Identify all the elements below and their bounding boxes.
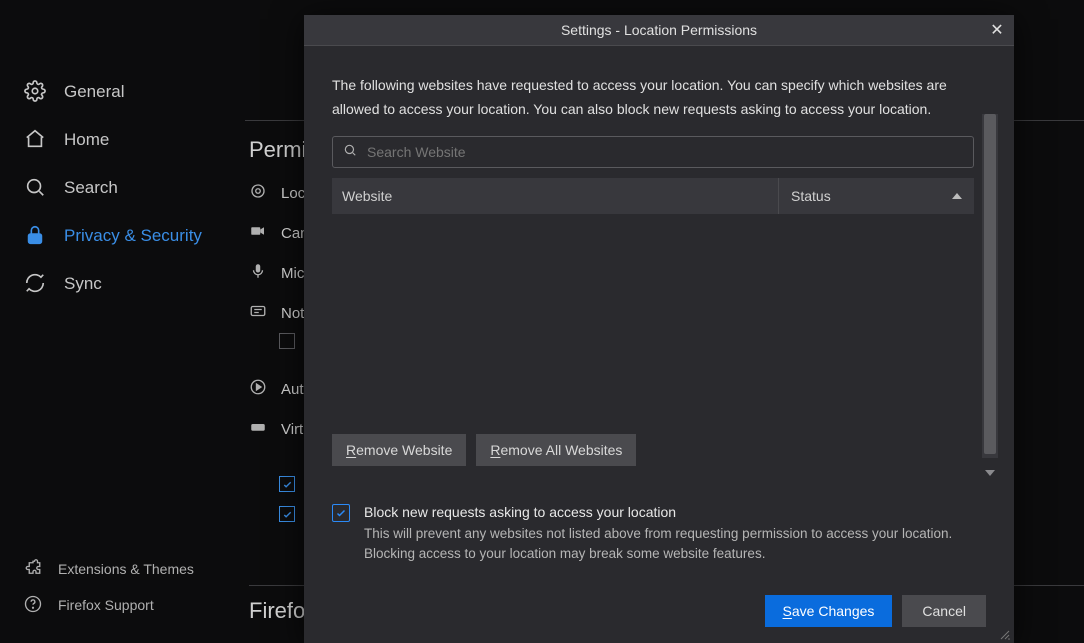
dialog-intro-text: The following websites have requested to… (332, 74, 974, 122)
sidebar-item-search[interactable]: Search (0, 164, 245, 212)
block-new-requests-checkbox[interactable] (332, 504, 350, 522)
block-checkbox-label: Block new requests asking to access your… (364, 504, 974, 520)
lock-icon (24, 224, 46, 249)
gear-icon (24, 80, 46, 105)
dialog-scrollbar[interactable] (982, 114, 998, 458)
remove-website-button[interactable]: Remove Website (332, 434, 466, 466)
checkbox-icon (279, 506, 295, 522)
dialog-titlebar: Settings - Location Permissions ✕ (304, 15, 1014, 45)
question-icon (24, 595, 42, 616)
sidebar-item-label: Sync (64, 274, 102, 294)
sidebar-item-general[interactable]: General (0, 68, 245, 116)
block-checkbox-description: This will prevent any websites not liste… (364, 524, 974, 565)
sort-ascending-icon (952, 193, 962, 199)
remove-all-websites-button[interactable]: Remove All Websites (476, 434, 636, 466)
autoplay-icon (249, 378, 267, 400)
sync-icon (24, 272, 46, 297)
location-icon (249, 182, 267, 204)
microphone-icon (249, 262, 267, 284)
sidebar-item-privacy-security[interactable]: Privacy & Security (0, 212, 245, 260)
sidebar-item-label: Privacy & Security (64, 226, 202, 246)
scrollbar-thumb[interactable] (984, 114, 996, 454)
dialog-title: Settings - Location Permissions (304, 22, 1014, 38)
chevron-down-icon (985, 470, 995, 476)
resize-handle[interactable] (998, 627, 1010, 639)
sidebar-item-home[interactable]: Home (0, 116, 245, 164)
save-changes-button[interactable]: Save Changes (765, 595, 893, 627)
sidebar-item-label: Home (64, 130, 109, 150)
close-icon: ✕ (990, 20, 1003, 40)
close-button[interactable]: ✕ (986, 19, 1008, 41)
vr-icon (249, 418, 267, 440)
search-website-field[interactable] (332, 136, 974, 168)
search-icon (343, 143, 357, 160)
puzzle-icon (24, 559, 42, 580)
notification-icon (249, 302, 267, 324)
cancel-button[interactable]: Cancel (902, 595, 986, 627)
sidebar-footer-label: Firefox Support (58, 597, 154, 613)
search-input[interactable] (365, 143, 963, 161)
checkbox-icon (279, 476, 295, 492)
websites-table: Website Status (332, 178, 974, 418)
scrollbar-down-button[interactable] (982, 464, 998, 482)
sidebar-footer-extensions[interactable]: Extensions & Themes (0, 551, 245, 587)
sidebar-item-label: Search (64, 178, 118, 198)
settings-sidebar: General Home Search Privacy & Security S… (0, 0, 245, 643)
column-header-website[interactable]: Website (332, 178, 779, 214)
sidebar-item-label: General (64, 82, 124, 102)
search-icon (24, 176, 46, 201)
sidebar-footer-support[interactable]: Firefox Support (0, 587, 245, 623)
sidebar-footer-label: Extensions & Themes (58, 561, 194, 577)
column-header-status[interactable]: Status (779, 178, 974, 214)
location-permissions-dialog: Settings - Location Permissions ✕ The fo… (304, 15, 1014, 643)
sidebar-item-sync[interactable]: Sync (0, 260, 245, 308)
check-icon (335, 507, 347, 519)
home-icon (24, 128, 46, 153)
camera-icon (249, 222, 267, 244)
